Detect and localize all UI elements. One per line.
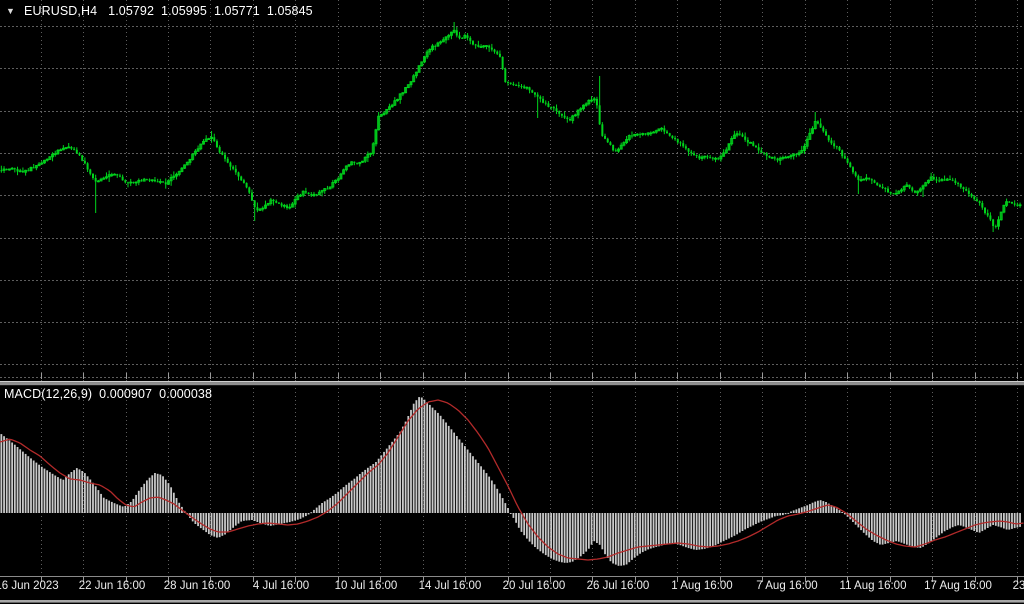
time-axis-label: 28 Jun 16:00 xyxy=(164,580,231,592)
ohlc-close-value: 1.05845 xyxy=(267,4,313,18)
chart-canvas[interactable] xyxy=(0,0,1024,604)
symbol-name: EURUSD,H4 xyxy=(24,4,97,18)
time-axis[interactable]: 16 Jun 2023 22 Jun 16:00 28 Jun 16:00 4 Jul… xyxy=(0,579,1024,597)
time-axis-label: 17 Aug 16:00 xyxy=(924,580,992,592)
time-axis-label: 7 Aug 16:00 xyxy=(756,580,817,592)
time-axis-label: 23 xyxy=(1013,580,1024,592)
ohlc-open-value: 1.05792 xyxy=(108,4,154,18)
time-axis-label: 11 Aug 16:00 xyxy=(840,580,907,592)
time-axis-label: 4 Jul 16:00 xyxy=(253,580,309,592)
indicator-macd-value: 0.000907 xyxy=(99,387,152,401)
pane-separator[interactable] xyxy=(0,381,1024,382)
indicator-label: MACD(12,26,9) 0.000907 0.000038 xyxy=(4,387,219,401)
time-axis-label: 22 Jun 16:00 xyxy=(79,580,146,592)
ohlc-low-value: 1.05771 xyxy=(214,4,260,18)
mt4-chart-window: ▼ EURUSD,H4 1.05792 1.05995 1.05771 1.05… xyxy=(0,0,1024,604)
indicator-name: MACD(12,26,9) xyxy=(4,387,92,401)
time-axis-label: 20 Jul 16:00 xyxy=(503,580,566,592)
time-axis-label: 10 Jul 16:00 xyxy=(335,580,398,592)
ohlc-high-value: 1.05995 xyxy=(161,4,207,18)
time-axis-label: 16 Jun 2023 xyxy=(0,580,59,592)
time-axis-label: 1 Aug 16:00 xyxy=(671,580,732,592)
time-axis-label: 14 Jul 16:00 xyxy=(419,580,482,592)
time-axis-label: 26 Jul 16:00 xyxy=(587,580,650,592)
symbol-marker-icon: ▼ xyxy=(6,7,15,16)
indicator-signal-value: 0.000038 xyxy=(159,387,212,401)
symbol-ohlc-label: ▼ EURUSD,H4 1.05792 1.05995 1.05771 1.05… xyxy=(6,4,320,18)
